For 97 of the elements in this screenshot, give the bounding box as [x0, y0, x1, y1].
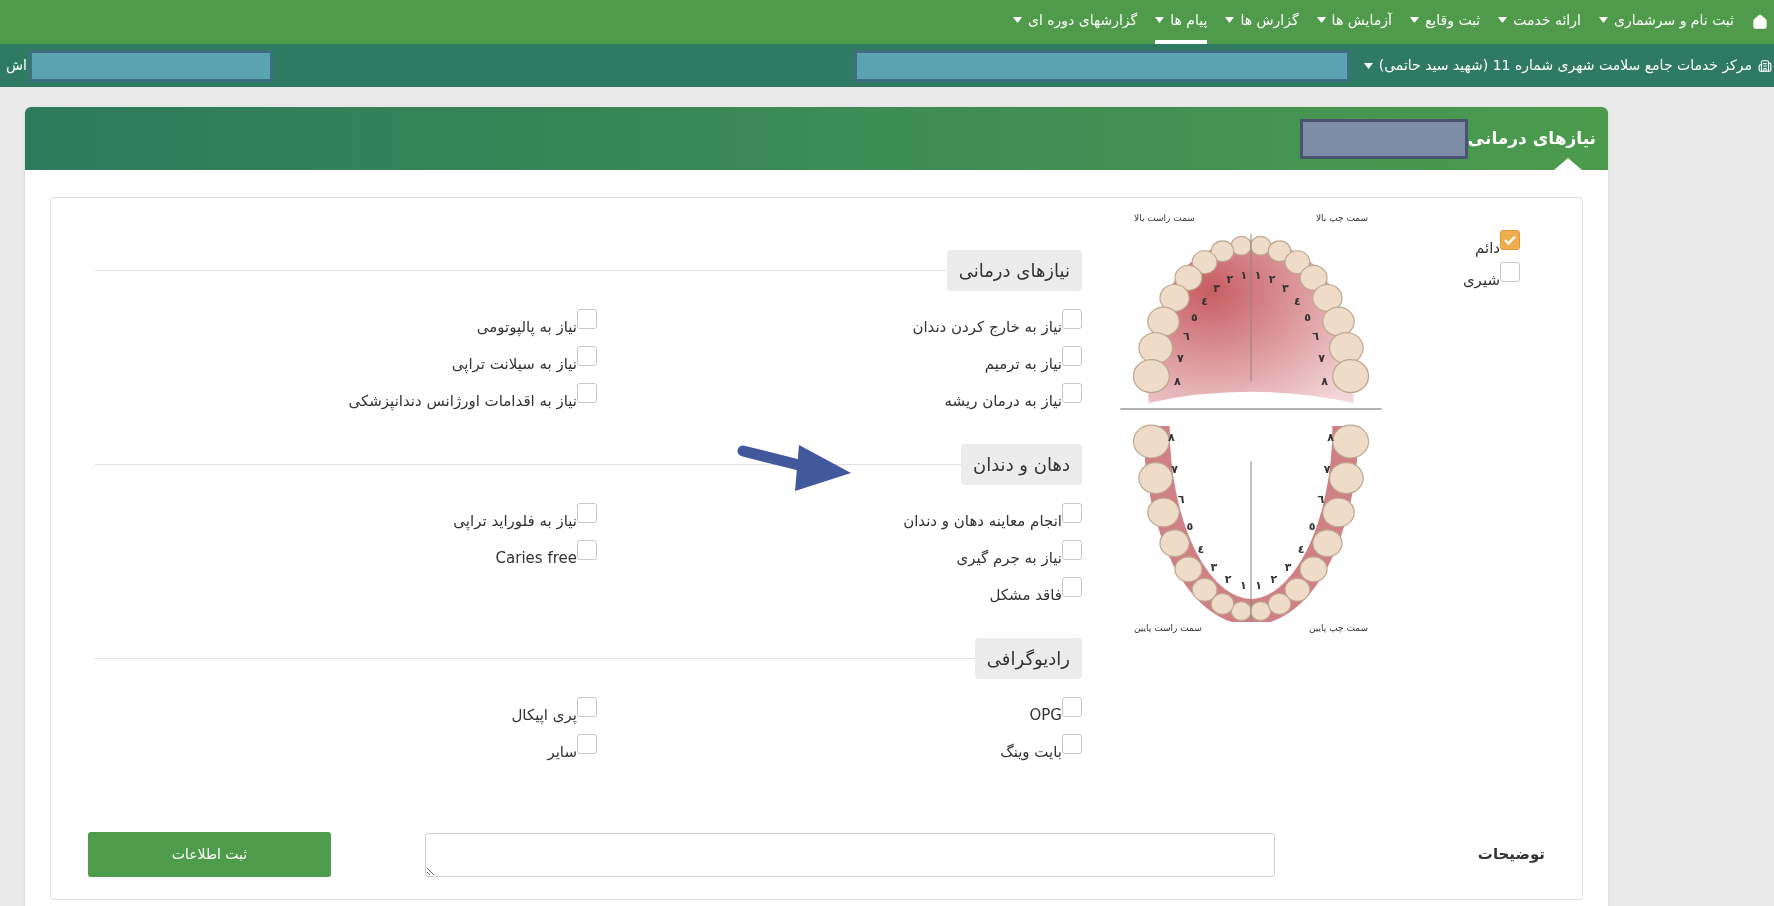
checkbox[interactable] — [577, 346, 597, 366]
tooth-number: ٥ — [1186, 519, 1194, 533]
tooth-number: ۲ — [1268, 273, 1276, 287]
checkbox[interactable] — [1062, 503, 1082, 523]
tooth-number: ٤ — [1297, 542, 1305, 556]
caret-icon — [1498, 17, 1508, 23]
tooth-number: ۷ — [1323, 463, 1331, 477]
quadrant-label: سمت راست پایین — [1134, 622, 1202, 635]
tooth-number: ۷ — [1318, 351, 1325, 365]
section-heading: دهان و دندان — [960, 444, 1082, 485]
checkbox[interactable] — [1500, 262, 1520, 282]
tooth-number: ۱ — [1240, 268, 1248, 282]
tooth-number: ۸ — [1327, 431, 1335, 445]
quadrant-label: سمت چپ پایین — [1308, 622, 1368, 635]
checkbox[interactable] — [1062, 697, 1082, 717]
option-label: نیاز به خارج کردن دندان — [912, 317, 1062, 339]
tooth-number: ٥ — [1308, 519, 1316, 533]
panel-title: نیازهای درمانی — [1467, 126, 1596, 150]
checkbox[interactable] — [1062, 383, 1082, 403]
menu-item[interactable]: آزمایش ها — [1316, 0, 1392, 44]
checkbox[interactable] — [577, 697, 597, 717]
caret-icon — [1012, 17, 1022, 23]
option-label: نیاز به درمان ریشه — [944, 391, 1062, 412]
option-label: سایر — [547, 742, 577, 763]
notes-label: توضیحات — [1476, 844, 1545, 866]
tooth-number: ٤ — [1293, 294, 1301, 308]
tooth-number: ۱ — [1239, 579, 1247, 593]
tooth-number: ۷ — [1177, 351, 1184, 365]
option-label: انجام معاینه دهان و دندان — [903, 511, 1062, 532]
checkbox[interactable] — [1062, 346, 1082, 366]
caret-icon — [1409, 17, 1419, 23]
option-label: نیاز به پالپوتومی — [476, 317, 577, 339]
tooth-number: ٤ — [1201, 294, 1209, 308]
tooth-number: ٥ — [1191, 311, 1198, 325]
tooth-number: ۲ — [1270, 572, 1278, 586]
menu-item[interactable]: گزارش ها — [1225, 0, 1299, 44]
quadrant-label: سمت راست بالا — [1134, 212, 1195, 225]
checkbox[interactable] — [577, 734, 597, 754]
submit-button[interactable]: ثبت اطلاعات — [88, 832, 331, 877]
option-label: OPG — [1029, 705, 1062, 726]
caret-icon — [1316, 17, 1326, 23]
caret-icon — [1155, 17, 1165, 23]
tooth-number: ۳ — [1284, 560, 1292, 574]
checkbox[interactable] — [577, 540, 597, 560]
option-label: نیاز به فلوراید تراپی — [453, 511, 577, 532]
tooth-number: ۷ — [1171, 463, 1179, 477]
tooth-number: ٥ — [1304, 311, 1311, 325]
tooth-number: ٦ — [1317, 493, 1325, 507]
option-label: بایت وینگ — [1000, 742, 1062, 763]
tooth-number: ۸ — [1173, 374, 1181, 388]
caret-icon — [1225, 17, 1235, 23]
caret-icon — [1363, 62, 1373, 69]
tooth-number: ۸ — [1167, 431, 1175, 445]
quadrant-label: سمت چپ بالا — [1315, 212, 1368, 225]
notes-field[interactable] — [425, 832, 1275, 877]
checkbox[interactable] — [1062, 309, 1082, 329]
tooth-number: ٦ — [1177, 493, 1185, 507]
tooth-number: ۳ — [1213, 282, 1221, 296]
tooth-number: ٤ — [1197, 542, 1205, 556]
caret-icon — [1598, 17, 1608, 23]
tooth-number: ۱ — [1254, 268, 1262, 282]
checkbox[interactable] — [1062, 540, 1082, 560]
checkbox[interactable] — [577, 309, 597, 329]
tooth-number: ۸ — [1321, 374, 1329, 388]
tooth-number: ۳ — [1281, 282, 1289, 296]
building-icon — [1758, 58, 1772, 73]
checkbox[interactable] — [577, 503, 597, 523]
menu-item[interactable]: ارائه خدمت — [1498, 0, 1581, 44]
check-icon — [1504, 235, 1516, 245]
section-heading: نیازهای درمانی — [946, 250, 1082, 291]
checkbox[interactable] — [1062, 734, 1082, 754]
user-name: اش — [6, 56, 27, 76]
checkbox[interactable] — [577, 383, 597, 403]
option-label: نیاز به سیلانت تراپی — [451, 354, 577, 376]
tooth-number: ٦ — [1182, 330, 1190, 344]
option-label: دائم — [1475, 238, 1500, 259]
option-label: نیاز به جرم گیری — [956, 548, 1062, 569]
menu-item[interactable]: ثبت نام و سرشماری — [1598, 0, 1734, 44]
option-label: نیاز به اقدامات اورژانس دندانپزشکی — [348, 391, 577, 413]
tooth-number: ۲ — [1226, 273, 1234, 287]
checkbox[interactable] — [1500, 230, 1520, 250]
menu-item[interactable]: گزارشهای دوره ای — [1012, 0, 1138, 44]
option-label: پری اپیکال — [511, 705, 577, 726]
menu-item[interactable]: ثبت وقایع — [1409, 0, 1481, 44]
tooth-number: ۲ — [1224, 572, 1232, 586]
option-label: نیاز به ترمیم — [984, 354, 1062, 375]
checkbox[interactable] — [1062, 577, 1082, 597]
center-dropdown[interactable]: مرکز خدمات جامع سلامت شهری شماره 11 (شهید سید حاتمی) — [1363, 55, 1774, 76]
tooth-number: ۱ — [1255, 579, 1263, 593]
section-heading: رادیوگرافی — [974, 638, 1082, 679]
option-label: فاقد مشکل — [989, 585, 1062, 606]
home-icon[interactable] — [1752, 14, 1768, 30]
option-label: شیری — [1462, 270, 1500, 291]
option-label: Caries free — [495, 548, 577, 569]
tab-pointer — [1554, 158, 1582, 170]
tooth-number: ۳ — [1210, 560, 1218, 574]
tooth-number: ٦ — [1312, 330, 1320, 344]
